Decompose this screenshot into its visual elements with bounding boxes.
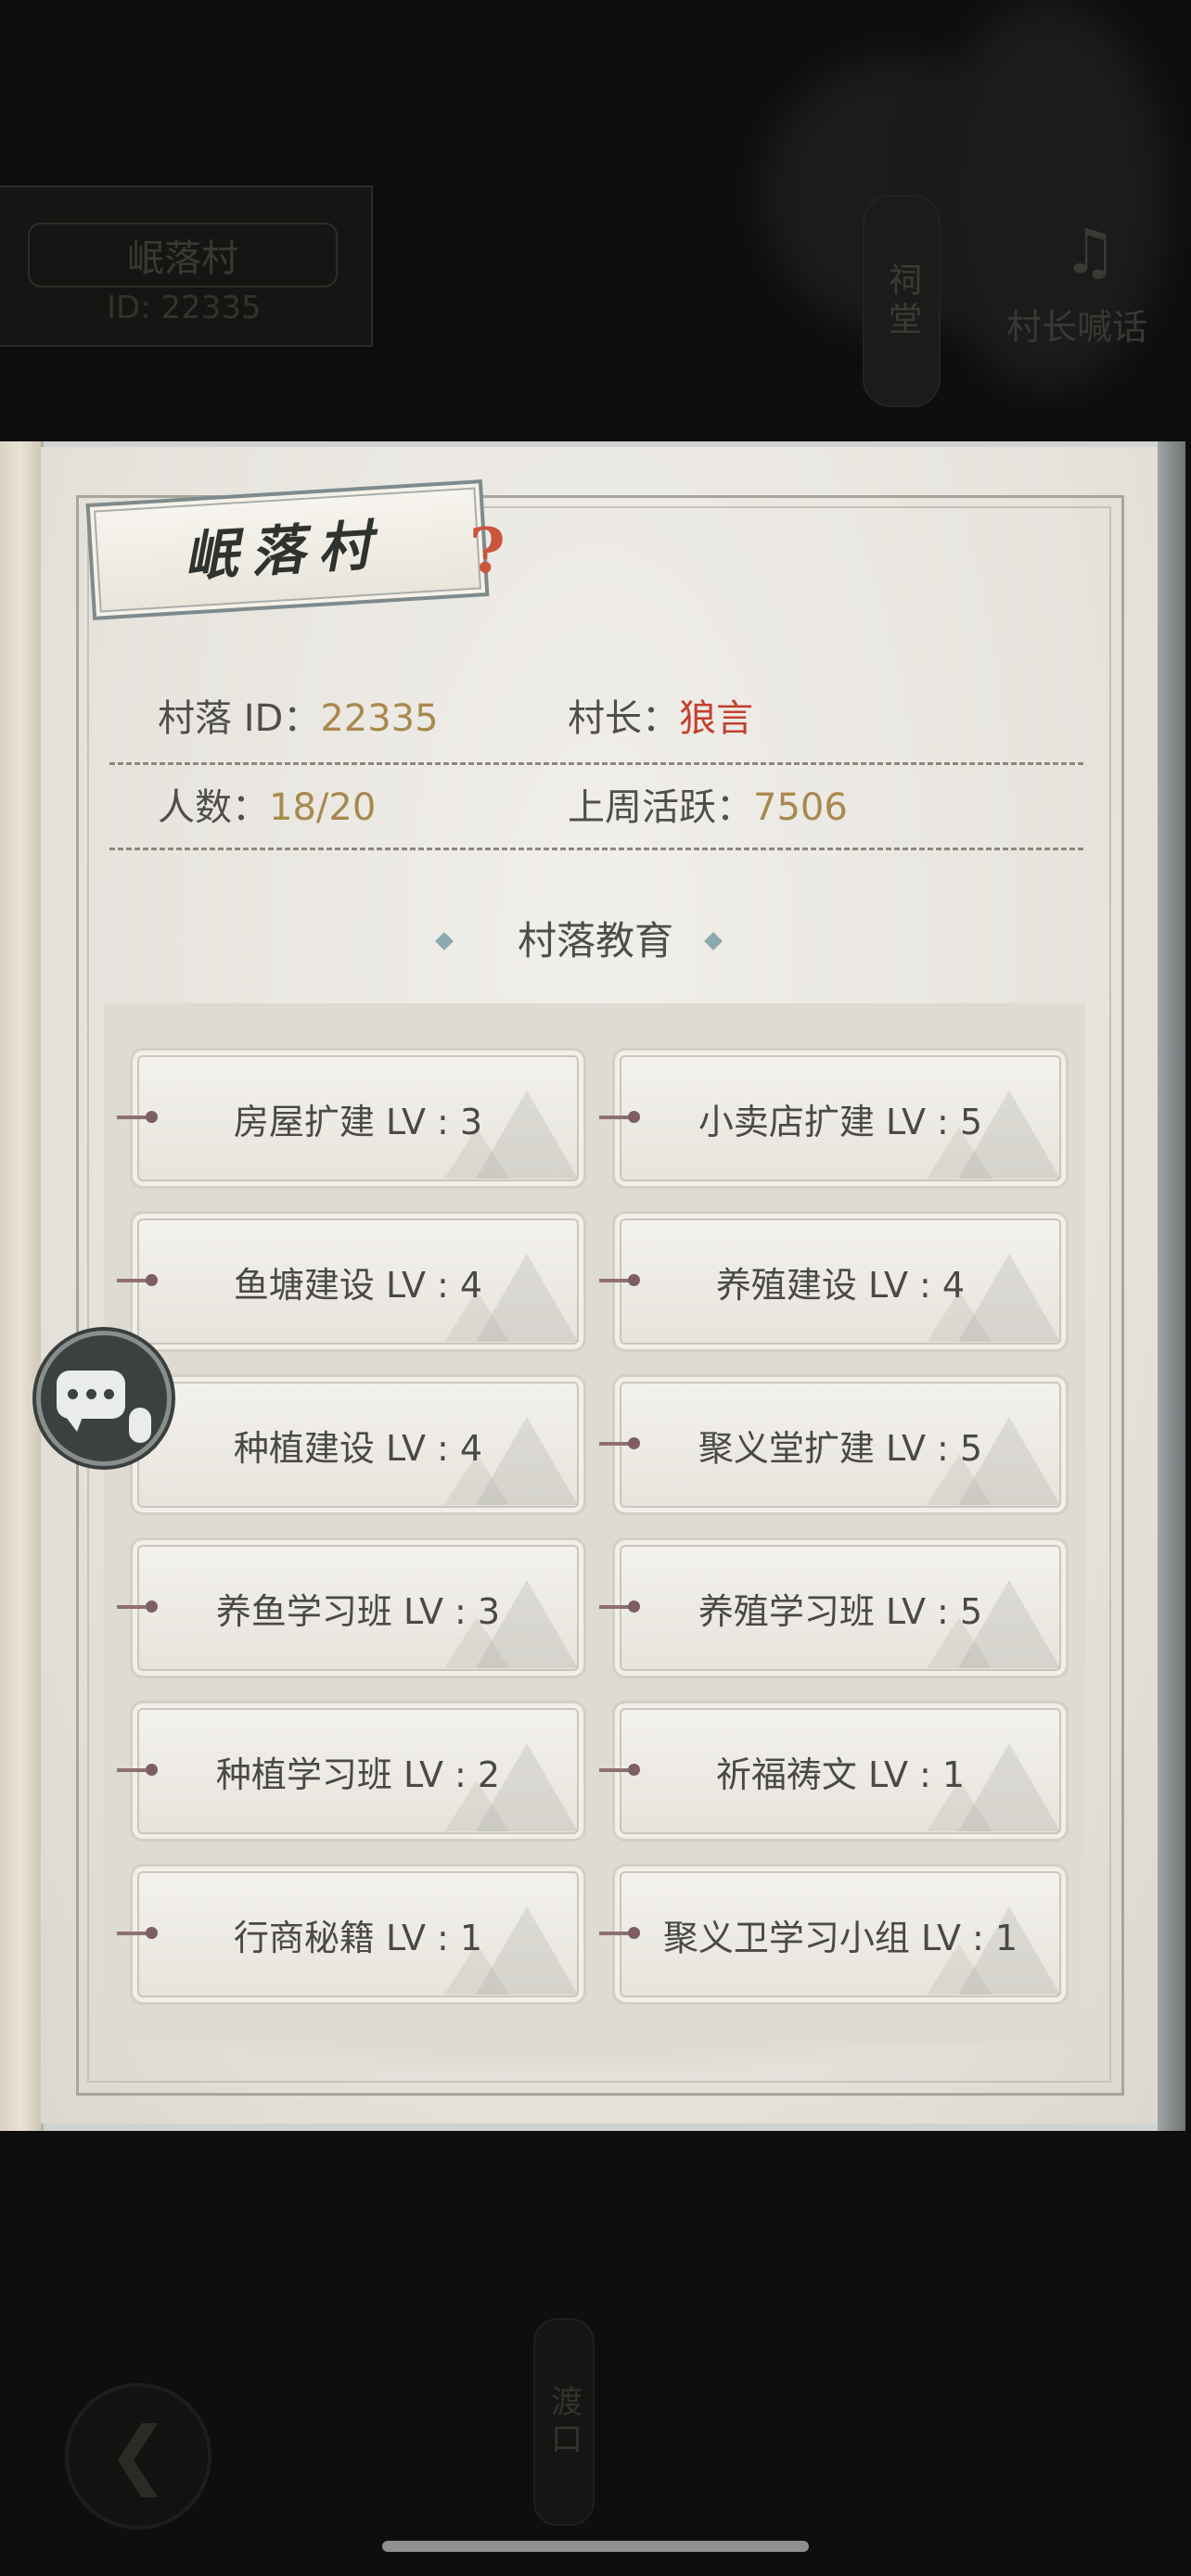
- education-card[interactable]: 种植建设 LV : 4: [130, 1374, 586, 1515]
- back-button[interactable]: ❮: [65, 2383, 211, 2530]
- home-indicator: [382, 2541, 809, 2552]
- education-card[interactable]: 聚义卫学习小组 LV : 1: [612, 1864, 1069, 2005]
- education-card[interactable]: 养殖建设 LV : 4: [612, 1211, 1069, 1352]
- pin-icon: [599, 1111, 640, 1123]
- pin-icon: [599, 1274, 640, 1286]
- pin-icon: [117, 1764, 158, 1776]
- question-icon[interactable]: ?: [469, 516, 506, 586]
- activity-label: 上周活跃：: [568, 786, 753, 829]
- book-spine: [0, 441, 44, 2131]
- population-label: 人数：: [158, 786, 269, 829]
- activity-value: 7506: [753, 786, 848, 829]
- education-card[interactable]: 祈福祷文 LV : 1: [612, 1701, 1069, 1842]
- pin-icon: [117, 1927, 158, 1939]
- pin-icon: [599, 1437, 640, 1449]
- village-id-label: 村落 ID：: [158, 697, 321, 740]
- education-label: 聚义卫学习小组 LV : 1: [662, 1917, 1018, 1958]
- pin-icon: [599, 1764, 640, 1776]
- education-label: 养殖学习班 LV : 5: [698, 1590, 983, 1632]
- education-card[interactable]: 种植学习班 LV : 2: [130, 1701, 586, 1842]
- leader-value[interactable]: 狼言: [679, 697, 753, 740]
- chat-button[interactable]: [41, 1335, 167, 1461]
- info-divider: [109, 762, 1083, 765]
- section-title: 村落教育: [517, 918, 673, 963]
- book-edge: [1158, 441, 1185, 2131]
- background-shout-label[interactable]: 村长喊话: [1006, 299, 1147, 350]
- leader-label: 村长：: [568, 697, 679, 740]
- education-label: 鱼塘建设 LV : 4: [233, 1264, 483, 1306]
- education-label: 聚义堂扩建 LV : 5: [698, 1427, 983, 1469]
- education-label: 行商秘籍 LV : 1: [233, 1917, 483, 1958]
- education-label: 养鱼学习班 LV : 3: [215, 1590, 501, 1632]
- background-village-name: 岷落村: [28, 223, 338, 287]
- education-label: 祈福祷文 LV : 1: [715, 1753, 966, 1795]
- pin-icon: [599, 1927, 640, 1939]
- info-divider: [109, 848, 1083, 850]
- education-card[interactable]: 鱼塘建设 LV : 4: [130, 1211, 586, 1352]
- education-card[interactable]: 小卖店扩建 LV : 5: [612, 1048, 1069, 1189]
- education-label: 种植学习班 LV : 2: [215, 1753, 501, 1795]
- leader-row: 村长：狼言: [568, 695, 753, 742]
- education-label: 养殖建设 LV : 4: [715, 1264, 966, 1306]
- background-shrine-button[interactable]: 祠堂: [863, 195, 941, 407]
- pin-icon: [117, 1111, 158, 1123]
- education-card[interactable]: 聚义堂扩建 LV : 5: [612, 1374, 1069, 1515]
- background-ferry-button[interactable]: 渡口: [533, 2318, 595, 2526]
- education-label: 种植建设 LV : 4: [233, 1427, 483, 1469]
- population-row: 人数：18/20: [158, 784, 376, 831]
- village-id-value: 22335: [320, 697, 439, 740]
- education-card[interactable]: 养鱼学习班 LV : 3: [130, 1537, 586, 1678]
- village-id-row: 村落 ID：22335: [158, 695, 439, 742]
- pin-icon: [117, 1274, 158, 1286]
- pin-icon: [599, 1600, 640, 1613]
- pin-icon: [117, 1600, 158, 1613]
- education-card[interactable]: 养殖学习班 LV : 5: [612, 1537, 1069, 1678]
- population-value: 18/20: [269, 786, 377, 829]
- activity-row: 上周活跃：7506: [568, 784, 848, 831]
- horn-icon: ♫: [1062, 216, 1118, 287]
- education-card[interactable]: 行商秘籍 LV : 1: [130, 1864, 586, 2005]
- education-label: 小卖店扩建 LV : 5: [698, 1101, 983, 1142]
- background-village-id: ID: 22335: [107, 289, 262, 326]
- chevron-left-icon: ❮: [107, 2411, 170, 2497]
- education-label: 房屋扩建 LV : 3: [233, 1101, 483, 1142]
- chat-bubble-icon: [53, 1350, 155, 1447]
- education-card[interactable]: 房屋扩建 LV : 3: [130, 1048, 586, 1189]
